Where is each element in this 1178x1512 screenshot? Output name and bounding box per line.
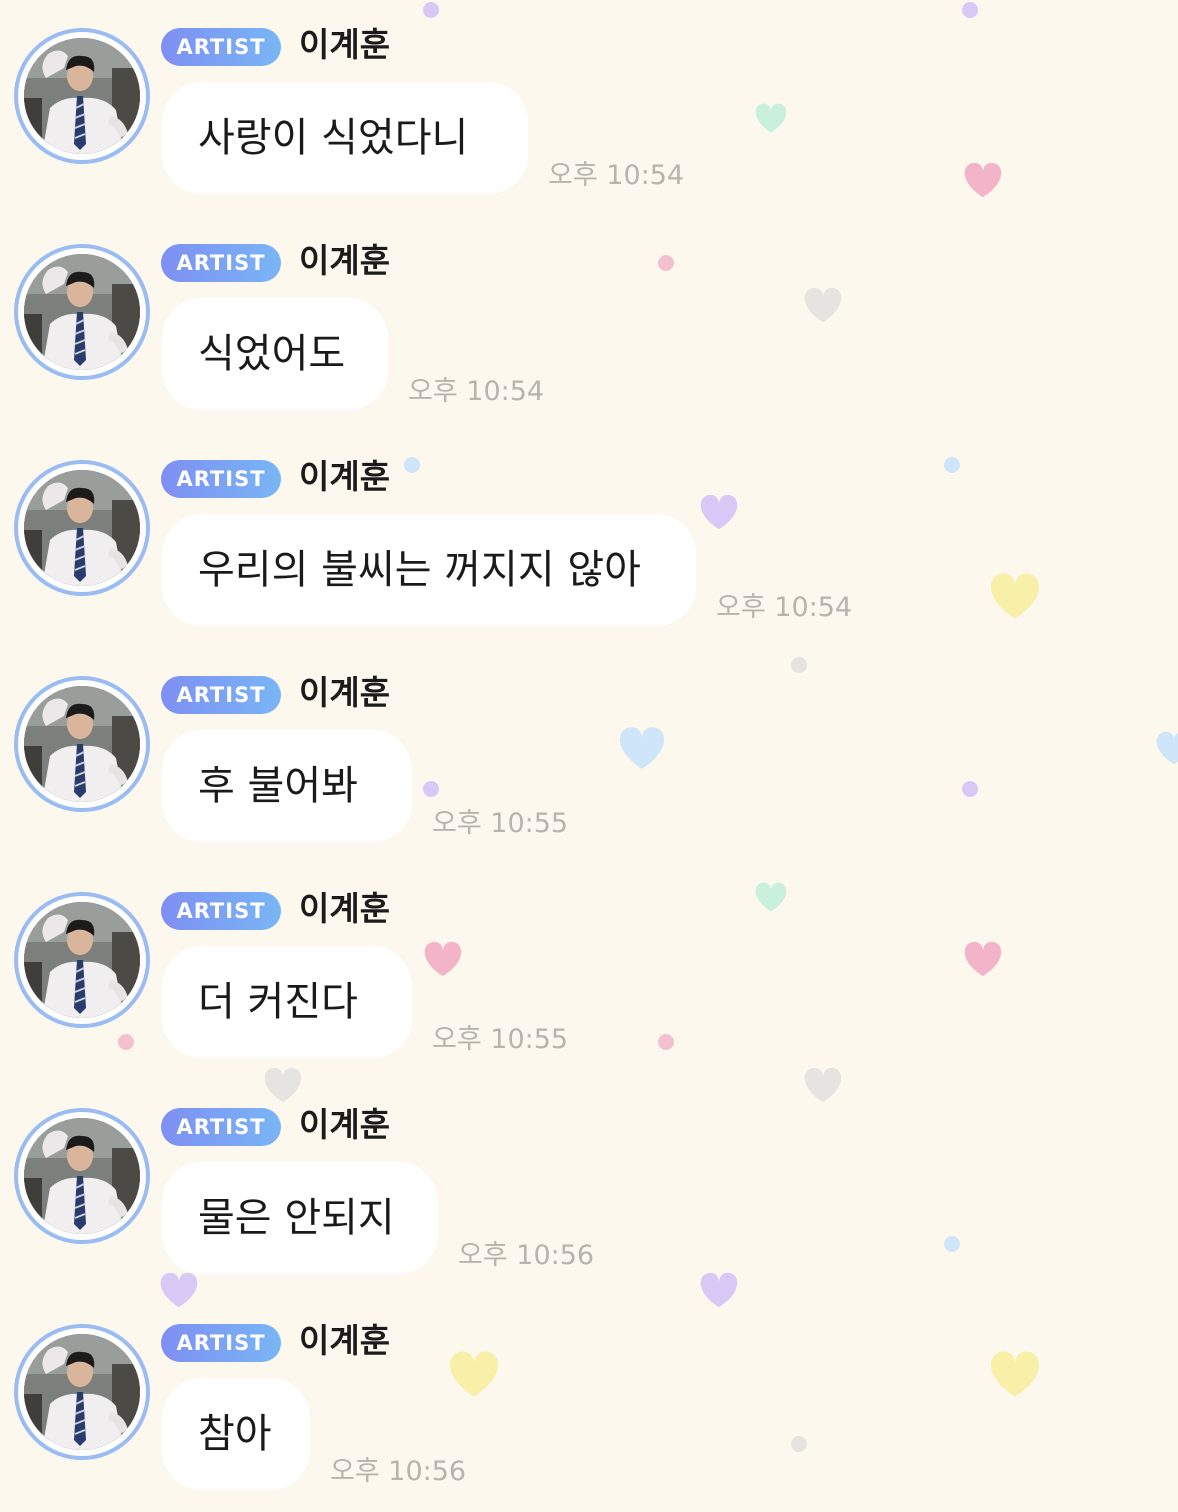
message-bubble[interactable]: 물은 안되지	[162, 1162, 438, 1274]
artist-badge: ARTIST	[161, 28, 281, 66]
chat-message: ARTIST 이계훈 후 불어봐 오후 10:55	[0, 648, 1178, 864]
message-timestamp: 오후 10:55	[432, 1024, 569, 1055]
sender-name: 이계훈	[299, 1321, 391, 1360]
artist-badge: ARTIST	[161, 1324, 281, 1362]
message-bubble[interactable]: 우리의 불씨는 꺼지지 않아	[162, 514, 696, 626]
message-bubble[interactable]: 후 불어봐	[162, 730, 412, 842]
sender-name: 이계훈	[299, 25, 391, 64]
artist-badge: ARTIST	[161, 892, 281, 930]
message-bubble[interactable]: 참아	[162, 1378, 310, 1490]
artist-avatar[interactable]	[14, 1324, 150, 1460]
sender-name: 이계훈	[299, 1105, 391, 1144]
message-bubble[interactable]: 더 커진다	[162, 946, 412, 1058]
artist-avatar[interactable]	[14, 244, 150, 380]
chat-message-list[interactable]: ARTIST 이계훈 사랑이 식었다니 오후 10:54 ARTIST 이계훈 …	[0, 0, 1178, 1495]
chat-message: ARTIST 이계훈 물은 안되지 오후 10:56	[0, 1080, 1178, 1296]
artist-badge: ARTIST	[161, 460, 281, 498]
chat-message: ARTIST 이계훈 우리의 불씨는 꺼지지 않아 오후 10:54	[0, 432, 1178, 648]
message-timestamp: 오후 10:55	[432, 808, 569, 839]
message-timestamp: 오후 10:54	[408, 376, 545, 407]
sender-name: 이계훈	[299, 889, 391, 928]
chat-message: ARTIST 이계훈 식었어도 오후 10:54	[0, 216, 1178, 432]
message-timestamp: 오후 10:56	[330, 1456, 467, 1487]
artist-avatar[interactable]	[14, 28, 150, 164]
artist-badge: ARTIST	[161, 1108, 281, 1146]
artist-badge: ARTIST	[161, 676, 281, 714]
artist-avatar[interactable]	[14, 676, 150, 812]
message-bubble[interactable]: 식었어도	[162, 298, 388, 410]
chat-message: ARTIST 이계훈 더 커진다 오후 10:55	[0, 864, 1178, 1080]
chat-message: ARTIST 이계훈 참아 오후 10:56	[0, 1296, 1178, 1512]
artist-badge: ARTIST	[161, 244, 281, 282]
sender-name: 이계훈	[299, 673, 391, 712]
sender-name: 이계훈	[299, 241, 391, 280]
artist-avatar[interactable]	[14, 892, 150, 1028]
message-bubble[interactable]: 사랑이 식었다니	[162, 82, 528, 194]
sender-name: 이계훈	[299, 457, 391, 496]
message-timestamp: 오후 10:54	[548, 160, 685, 191]
artist-avatar[interactable]	[14, 1108, 150, 1244]
message-timestamp: 오후 10:54	[716, 592, 853, 623]
artist-avatar[interactable]	[14, 460, 150, 596]
message-timestamp: 오후 10:56	[458, 1240, 595, 1271]
chat-message: ARTIST 이계훈 사랑이 식었다니 오후 10:54	[0, 0, 1178, 216]
